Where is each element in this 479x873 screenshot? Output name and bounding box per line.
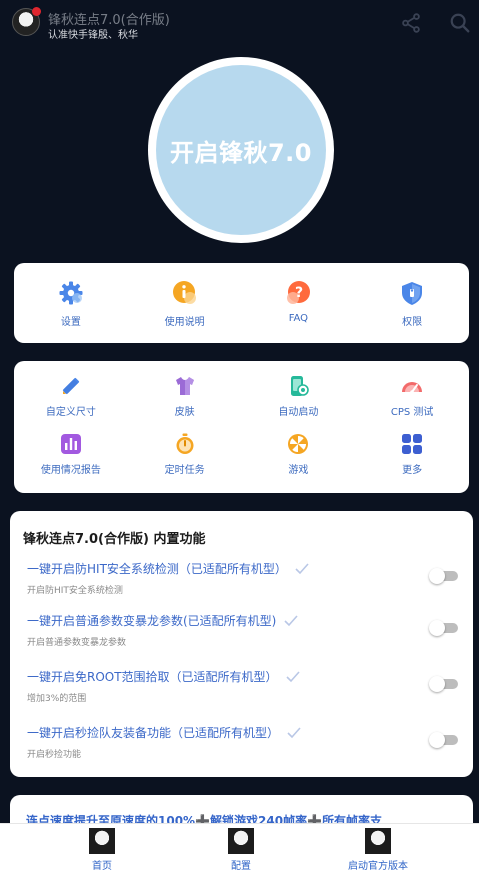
check-icon	[295, 562, 309, 574]
menu-label: 设置	[60, 317, 81, 328]
check-icon	[284, 614, 298, 626]
feature-desc: 开启防HIT安全系统检测	[27, 586, 123, 596]
app-header: 锋秋连点7.0(合作版) 认准快手锋殷、秋华	[0, 0, 479, 46]
tool-label: CPS 测试	[390, 407, 434, 418]
feature-toggle[interactable]	[429, 568, 458, 584]
nav-label: 首页	[92, 861, 112, 872]
pinwheel-icon	[287, 433, 309, 455]
avatar-thumb	[228, 828, 254, 854]
search-icon[interactable]	[449, 12, 471, 34]
feature-toggle[interactable]	[429, 676, 458, 692]
avatar-thumb	[89, 828, 115, 854]
info-icon	[172, 280, 198, 306]
features-title: 锋秋连点7.0(合作版) 内置功能	[23, 532, 206, 547]
check-icon	[285, 670, 300, 682]
feature-title: 一键开启免ROOT范围拾取（已适配所有机型）	[27, 670, 278, 684]
menu-label: 权限	[402, 317, 423, 328]
bar-chart-icon	[60, 433, 82, 455]
tool-more[interactable]: 更多	[355, 419, 469, 477]
tool-label: 游戏	[288, 465, 309, 476]
shield-icon	[399, 280, 425, 306]
shirt-icon	[174, 375, 196, 397]
gear-icon	[58, 280, 84, 306]
menu-item-permissions[interactable]: 权限	[355, 263, 469, 328]
svg-text:?: ?	[295, 285, 303, 301]
check-icon	[287, 726, 301, 738]
app-subtitle: 认准快手锋殷、秋华	[48, 30, 138, 41]
tool-games[interactable]: 游戏	[242, 419, 356, 477]
tool-auto-start[interactable]: 自动启动	[242, 361, 356, 419]
tool-timed-tasks[interactable]: 定时任务	[128, 419, 242, 477]
start-main-button-label: 开启锋秋7.0	[156, 65, 326, 235]
tool-label: 皮肤	[174, 407, 195, 418]
bottom-nav: 首页 配置 启动官方版本	[0, 823, 479, 873]
tool-skin[interactable]: 皮肤	[128, 361, 242, 419]
nav-launch-official[interactable]: 启动官方版本	[348, 828, 408, 872]
menu-label: 使用说明	[164, 317, 205, 328]
tool-label: 定时任务	[164, 465, 205, 476]
tool-label: 自动启动	[278, 407, 319, 418]
feature-row: 一键开启防HIT安全系统检测（已适配所有机型） 开启防HIT安全系统检测	[27, 560, 458, 606]
feature-title: 一键开启普通参数变暴龙参数(已适配所有机型)	[27, 614, 277, 628]
speedometer-icon	[401, 375, 423, 397]
feature-desc: 开启秒捡功能	[27, 750, 82, 760]
menu-item-faq[interactable]: ? FAQ	[242, 263, 356, 328]
feature-toggle[interactable]	[429, 732, 458, 748]
tool-custom-size[interactable]: 自定义尺寸	[14, 361, 128, 419]
tool-usage-report[interactable]: 使用情况报告	[14, 419, 128, 477]
menu-item-instructions[interactable]: 使用说明	[128, 263, 242, 328]
nav-home[interactable]: 首页	[89, 828, 115, 872]
feature-toggle[interactable]	[429, 620, 458, 636]
question-icon: ?	[285, 280, 311, 306]
ruler-pencil-icon	[60, 375, 82, 397]
app-avatar[interactable]	[12, 7, 41, 36]
avatar-thumb	[365, 828, 391, 854]
phone-icon	[287, 375, 310, 397]
nav-label: 启动官方版本	[348, 861, 408, 872]
feature-row: 一键开启免ROOT范围拾取（已适配所有机型） 增加3%的范围	[27, 668, 458, 714]
tool-label: 使用情况报告	[40, 465, 101, 476]
feature-title: 一键开启防HIT安全系统检测（已适配所有机型）	[27, 562, 287, 576]
tools-card: 自定义尺寸 皮肤 自动启动 CPS 测试 使用情况报告 定时任务 游戏 更多	[14, 361, 469, 493]
tool-label: 自定义尺寸	[45, 407, 96, 418]
tool-label: 更多	[402, 465, 423, 476]
nav-label: 配置	[231, 861, 251, 872]
grid-icon	[401, 433, 423, 455]
stopwatch-icon	[174, 433, 196, 455]
feature-row: 一键开启秒捡队友装备功能（已适配所有机型） 开启秒捡功能	[27, 724, 458, 770]
features-card: 锋秋连点7.0(合作版) 内置功能 一键开启防HIT安全系统检测（已适配所有机型…	[10, 511, 473, 777]
menu-item-settings[interactable]: 设置	[14, 263, 128, 328]
feature-row: 一键开启普通参数变暴龙参数(已适配所有机型) 开启普通参数变暴龙参数	[27, 612, 458, 658]
tool-cps-test[interactable]: CPS 测试	[355, 361, 469, 419]
feature-desc: 增加3%的范围	[27, 694, 87, 704]
menu-label: FAQ	[288, 313, 309, 324]
nav-config[interactable]: 配置	[228, 828, 254, 872]
quick-menu-card: 设置 使用说明 ? FAQ 权限	[14, 263, 469, 343]
start-main-button[interactable]: 开启锋秋7.0	[148, 57, 334, 243]
feature-desc: 开启普通参数变暴龙参数	[27, 638, 127, 648]
share-icon[interactable]	[400, 12, 422, 34]
feature-title: 一键开启秒捡队友装备功能（已适配所有机型）	[27, 726, 280, 740]
